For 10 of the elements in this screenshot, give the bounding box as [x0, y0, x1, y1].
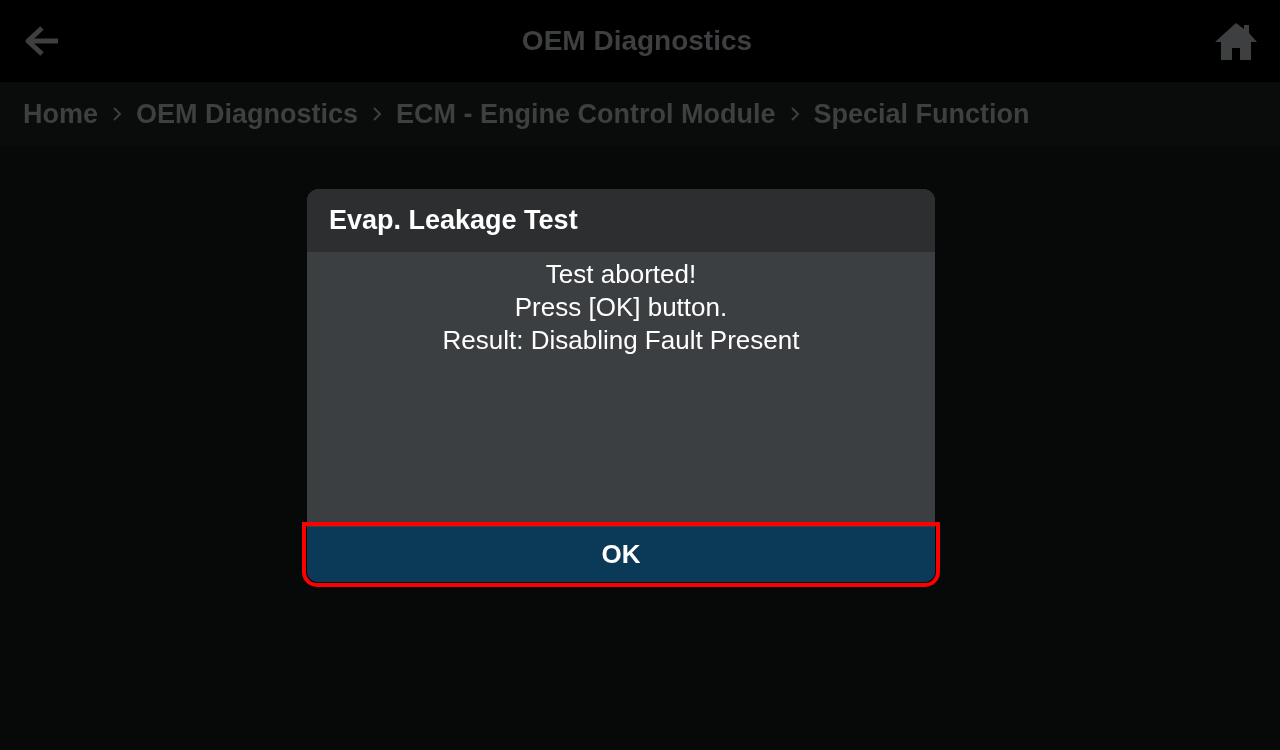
home-icon[interactable]: [1214, 21, 1258, 61]
back-arrow-icon[interactable]: [24, 25, 60, 57]
chevron-icon: [372, 106, 383, 122]
message-text: Press [OK] button.: [514, 291, 728, 324]
dialog-title: Evap. Leakage Test: [329, 205, 578, 236]
message-text: Result: Disabling Fault Present: [442, 324, 800, 357]
chevron-icon: [112, 106, 122, 122]
message-text: Test aborted!: [545, 258, 697, 291]
chevron-icon: [789, 106, 800, 122]
page-title: OEM Diagnostics: [521, 25, 753, 57]
